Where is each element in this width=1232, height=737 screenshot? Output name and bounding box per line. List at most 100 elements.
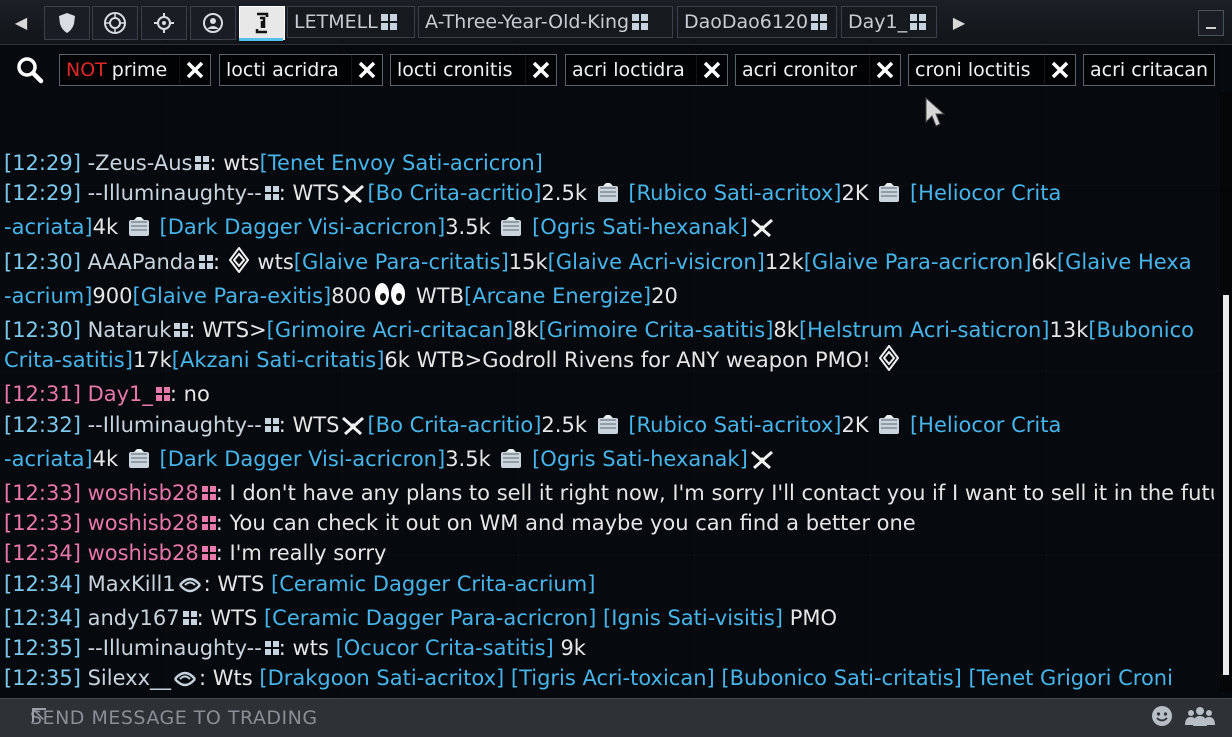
remove-filter-button[interactable] (525, 55, 556, 85)
item-link[interactable]: [Heliocor Crita (903, 181, 1061, 205)
item-link[interactable]: [Drakgoon Sati-acritox] (259, 666, 504, 690)
tab-day1[interactable]: Day1_ (841, 6, 937, 38)
tab-label: DaoDao6120 (684, 11, 809, 33)
item-link[interactable]: [Rubico Sati-acritox] (622, 181, 841, 205)
remove-filter-button[interactable] (351, 55, 382, 85)
close-icon (1051, 61, 1069, 79)
message-text: WTB (409, 283, 465, 308)
mouse-cursor-icon (925, 96, 946, 127)
chat-username[interactable]: woshisb28 (88, 481, 199, 505)
search-icon[interactable] (16, 56, 44, 84)
message-text: 12k (764, 249, 804, 274)
message-text: 8k (773, 318, 799, 343)
item-link[interactable]: Crita-satitis] (4, 348, 133, 372)
item-link[interactable]: [Glaive Para-critatis] (294, 250, 509, 274)
item-link[interactable]: [Arcane Energize] (464, 284, 651, 308)
tab-letmell[interactable]: LETMELL (287, 6, 415, 38)
crossed-swords-icon (750, 216, 774, 246)
item-link[interactable]: [Helstrum Acri-saticron] (799, 318, 1050, 342)
remove-filter-button[interactable] (1044, 55, 1075, 85)
item-link[interactable]: [Heliocor Crita (903, 413, 1061, 437)
crossed-swords-icon (750, 448, 774, 478)
chat-username[interactable]: AAAPanda (88, 250, 196, 274)
not-label: NOT (66, 59, 107, 81)
emoji-icon[interactable] (1150, 704, 1174, 728)
message-text: PMO (783, 605, 838, 630)
people-icon[interactable] (1184, 704, 1216, 728)
item-link[interactable]: [Bo Crita-acritio] (367, 413, 541, 437)
filter-chip-croni-loctitis: croni loctitis (908, 54, 1076, 86)
minimize-button[interactable] (1198, 10, 1224, 36)
tab-shield[interactable] (44, 6, 90, 40)
item-link[interactable]: [Tenet Grigori Croni (962, 666, 1173, 690)
chat-username[interactable]: woshisb28 (88, 541, 199, 565)
message-text: 6k (1031, 249, 1057, 274)
diamond-sigil-icon (228, 246, 249, 281)
filter-chip-acri-loctidra: acri loctidra (565, 54, 728, 86)
message-text: : wts (209, 151, 260, 175)
message-input-bar (0, 698, 1232, 737)
chip-label: acri critacan (1090, 59, 1208, 81)
item-link[interactable]: [Bubonico (1088, 318, 1194, 342)
message-text: : You can check it out on WM and maybe y… (215, 511, 916, 536)
item-link[interactable]: [Ceramic Dagger Crita-acrium] (271, 572, 595, 596)
chat-username[interactable]: woshisb28 (88, 511, 199, 535)
message-text: wts (250, 249, 294, 274)
close-icon (358, 61, 376, 79)
tab-a-three-year-old-king[interactable]: A-Three-Year-Old-King (418, 6, 673, 38)
item-link[interactable]: [Grimoire Crita-satitis] (539, 318, 774, 342)
item-link[interactable]: -acriata] (4, 447, 93, 471)
scrollbar-thumb[interactable] (1223, 295, 1229, 675)
item-link[interactable]: [Ogris Sati-hexanak] (525, 215, 748, 239)
tab-waypoint[interactable] (141, 6, 187, 40)
item-link[interactable]: [Rubico Sati-acritox] (622, 413, 841, 437)
remove-filter-button[interactable] (179, 55, 210, 85)
item-link[interactable]: -acriata] (4, 215, 93, 239)
item-link[interactable]: [Glaive Para-exitis] (133, 284, 332, 308)
tab-daodao6120[interactable]: DaoDao6120 (677, 6, 837, 38)
item-link[interactable]: [Akzani Sati-critatis] (172, 348, 385, 372)
item-link[interactable]: [Bo Crita-acritio] (367, 181, 541, 205)
tabs-next-arrow[interactable]: ▶ (942, 6, 976, 40)
chat-username[interactable]: Nataruk (88, 318, 172, 342)
item-link[interactable]: [Ocucor Crita-satitis] (336, 636, 554, 660)
chat-username[interactable]: --Illuminaughty-- (88, 636, 262, 660)
chat-username[interactable]: -Zeus-Aus (88, 151, 193, 175)
item-link[interactable]: [Glaive Hexa (1057, 250, 1192, 274)
chat-username[interactable]: MaxKill1 (88, 572, 176, 596)
chat-username[interactable]: Day1_ (88, 382, 153, 406)
chat-timestamp: [12:35] (4, 636, 81, 661)
item-link[interactable]: [Glaive Acri-visicron] (548, 250, 765, 274)
item-link[interactable]: -acrium] (4, 284, 92, 308)
item-link[interactable]: [Tigris Acri-toxican] (504, 666, 715, 690)
message-text: 3.5k (445, 215, 498, 240)
item-link[interactable]: [Bubonico Sati-critatis] (715, 666, 961, 690)
message-text: : Wts (199, 666, 260, 691)
item-link[interactable]: [Dark Dagger Visi-acricron] (153, 447, 446, 471)
tabs-prev-arrow[interactable]: ◀ (4, 6, 38, 40)
chat-username[interactable]: Silexx__ (88, 666, 171, 690)
chat-username[interactable]: --Illuminaughty-- (88, 181, 262, 205)
chat-username[interactable]: andy167 (88, 606, 180, 630)
chat-username[interactable]: --Illuminaughty-- (88, 413, 262, 437)
item-link[interactable]: [Ignis Sati-visitis] (596, 606, 783, 630)
windows-icon (811, 14, 828, 30)
item-link[interactable]: [Grimoire Acri-critacan] (267, 318, 513, 342)
filter-chip-locti-acridra: locti acridra (219, 54, 383, 86)
message-text: : WTS> (188, 318, 267, 343)
chat-timestamp: [12:34] (4, 605, 81, 630)
tab-trade[interactable] (239, 6, 285, 40)
tab-clan[interactable] (92, 6, 138, 40)
windows-icon (264, 641, 279, 656)
send-message-input[interactable] (28, 702, 1132, 734)
chat-scrollbar[interactable] (1220, 92, 1232, 692)
remove-filter-button[interactable] (696, 55, 727, 85)
item-link[interactable]: [Dark Dagger Visi-acricron] (153, 215, 446, 239)
item-link[interactable]: [Tenet Envoy Sati-acricron] (260, 151, 543, 175)
remove-filter-button[interactable] (869, 55, 900, 85)
chat-tab-bar: ◀ LETMELL A-Three-Year-Old-King DaoDao61… (0, 0, 1232, 45)
item-link[interactable]: [Ceramic Dagger Para-acricron] (264, 606, 596, 630)
tab-profile[interactable] (190, 6, 236, 40)
item-link[interactable]: [Glaive Para-acricron] (804, 250, 1032, 274)
item-link[interactable]: [Ogris Sati-hexanak] (525, 447, 748, 471)
